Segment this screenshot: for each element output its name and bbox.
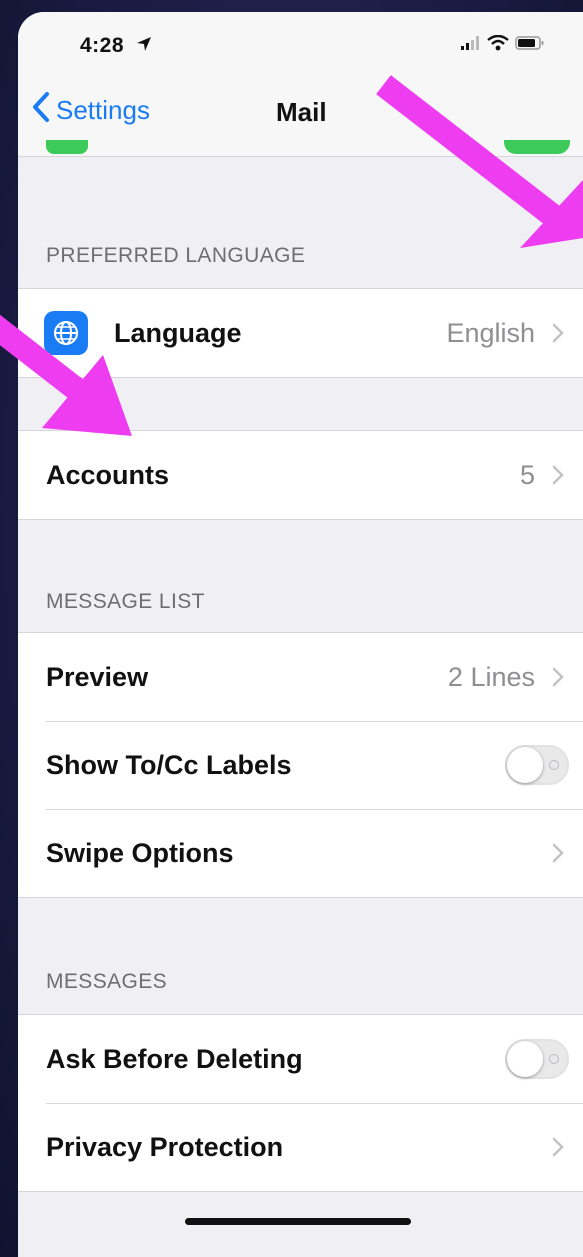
globe-icon <box>44 311 88 355</box>
accounts-count: 5 <box>519 459 535 490</box>
wifi-icon <box>487 34 509 56</box>
navigation-bar: Settings Mail <box>18 74 583 157</box>
preview-label: Preview <box>46 661 149 692</box>
ask-before-deleting-toggle[interactable] <box>505 1039 569 1079</box>
chevron-right-icon <box>547 1136 569 1158</box>
chevron-right-icon <box>547 464 569 486</box>
toggle-off-indicator <box>549 760 559 770</box>
ask-before-deleting-label: Ask Before Deleting <box>46 1043 303 1074</box>
language-row[interactable]: Language English <box>18 289 583 377</box>
ask-before-deleting-row: Ask Before Deleting <box>18 1015 583 1103</box>
language-value: English <box>446 317 535 348</box>
status-bar: 4:28 <box>18 12 583 74</box>
section-header-preferred-language: PREFERRED LANGUAGE <box>46 244 306 267</box>
language-label: Language <box>114 317 242 348</box>
toggle-off-indicator <box>549 1054 559 1064</box>
status-time: 4:28 <box>80 34 125 57</box>
toggle-knob <box>507 1041 543 1077</box>
back-button[interactable]: Settings <box>32 92 150 129</box>
toggle-peek-right[interactable] <box>504 140 570 154</box>
accounts-group: Accounts 5 <box>18 430 583 520</box>
section-header-message-list: MESSAGE LIST <box>46 590 205 613</box>
section-header-messages: MESSAGES <box>46 970 168 993</box>
back-button-label: Settings <box>56 95 150 125</box>
toggle-peek-left <box>46 140 88 154</box>
cellular-signal-icon <box>461 35 481 55</box>
battery-icon <box>515 35 545 56</box>
chevron-right-icon <box>547 666 569 688</box>
status-icons <box>461 34 545 56</box>
chevron-right-icon <box>547 842 569 864</box>
accounts-label: Accounts <box>46 459 170 490</box>
phone-screen: 4:28 Settings Mail PREFERRED LANGUAGE La… <box>18 12 583 1257</box>
chevron-right-icon <box>547 322 569 344</box>
privacy-protection-label: Privacy Protection <box>46 1131 284 1162</box>
accounts-row[interactable]: Accounts 5 <box>18 431 583 519</box>
show-to-cc-labels-row: Show To/Cc Labels <box>18 721 583 809</box>
swipe-options-label: Swipe Options <box>46 837 234 868</box>
message-list-group: Preview 2 Lines Show To/Cc Labels Swipe … <box>18 632 583 898</box>
swipe-options-row[interactable]: Swipe Options <box>18 809 583 897</box>
show-to-cc-labels-label: Show To/Cc Labels <box>46 749 292 780</box>
chevron-left-icon <box>32 92 50 129</box>
toggle-knob <box>507 747 543 783</box>
preview-row[interactable]: Preview 2 Lines <box>18 633 583 721</box>
home-indicator[interactable] <box>185 1218 411 1225</box>
page-title: Mail <box>276 97 327 127</box>
show-to-cc-labels-toggle[interactable] <box>505 745 569 785</box>
preview-value: 2 Lines <box>447 661 535 692</box>
privacy-protection-row[interactable]: Privacy Protection <box>18 1103 583 1191</box>
messages-group: Ask Before Deleting Privacy Protection <box>18 1014 583 1192</box>
location-arrow-icon <box>136 36 152 57</box>
preferred-language-group: Language English <box>18 288 583 378</box>
